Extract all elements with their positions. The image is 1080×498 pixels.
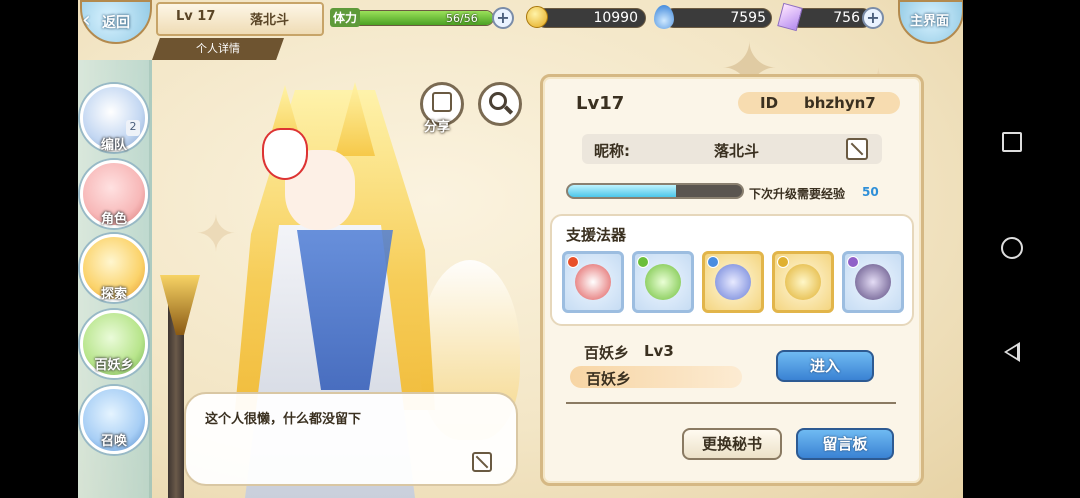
- support-item-slot[interactable]: [562, 251, 624, 313]
- letterbox: [0, 0, 78, 498]
- bracelet-icon: [575, 264, 611, 300]
- nickname-label: 昵称:: [594, 142, 630, 160]
- support-item-slot[interactable]: [702, 251, 764, 313]
- id-label: ID: [760, 94, 779, 112]
- dark-ring-icon: [855, 264, 891, 300]
- enter-village-button[interactable]: 进入: [776, 350, 874, 382]
- exp-value: 50: [862, 185, 879, 199]
- change-secretary-button[interactable]: 更换秘书: [682, 428, 782, 460]
- sword-icon: [785, 264, 821, 300]
- support-item-slot[interactable]: [842, 251, 904, 313]
- bio-box: [184, 392, 518, 486]
- support-item-slot[interactable]: [772, 251, 834, 313]
- player-level: Lv 17: [176, 9, 216, 24]
- back-button-label: 返回: [102, 15, 130, 31]
- back-triangle-inner: [1007, 346, 1017, 358]
- id-value: bhzhyn7: [804, 94, 876, 112]
- player-name: 落北斗: [250, 13, 290, 28]
- element-gem-icon: [567, 256, 579, 268]
- village-level: Lv3: [644, 342, 674, 360]
- bio-text: 这个人很懒，什么都没留下: [205, 412, 362, 427]
- crystal-value: 756: [833, 10, 860, 26]
- dragon-ornament-icon: [715, 264, 751, 300]
- share-icon: [432, 92, 452, 112]
- message-board-button[interactable]: 留言板: [796, 428, 894, 460]
- sidebar-item-label: 百妖乡: [94, 358, 134, 373]
- exp-label: 下次升级需要经验: [749, 187, 846, 201]
- page-title: 个人详情: [152, 38, 284, 60]
- sidebar-item-label: 编队: [100, 138, 127, 153]
- leaf-ornament-icon: [645, 264, 681, 300]
- support-items-title: 支援法器: [566, 226, 627, 244]
- divider: [566, 402, 896, 404]
- nickname-value: 落北斗: [714, 142, 760, 160]
- back-arrow-icon: ‹: [82, 8, 91, 33]
- village-label: 百妖乡: [584, 344, 630, 362]
- sidebar-item-label: 探索: [100, 287, 127, 302]
- spirit-value: 7595: [730, 10, 766, 26]
- share-label: 分享: [424, 120, 451, 135]
- add-crystal-button[interactable]: +: [862, 7, 884, 29]
- home-circle-icon[interactable]: [1001, 237, 1023, 259]
- support-item-slot[interactable]: [632, 251, 694, 313]
- gold-value: 10990: [593, 10, 638, 26]
- sidebar-item-label: 角色: [100, 212, 127, 227]
- element-gem-icon: [847, 256, 859, 268]
- element-gem-icon: [777, 256, 789, 268]
- star-decoration: ✦: [195, 205, 237, 263]
- exp-fill: [568, 185, 676, 197]
- stamina-value: 56/56: [446, 12, 478, 25]
- village-name: 百妖乡: [586, 370, 632, 388]
- exp-bar: [566, 183, 744, 199]
- profile-level: Lv17: [576, 93, 625, 114]
- recent-apps-icon[interactable]: [1002, 132, 1022, 152]
- element-gem-icon: [637, 256, 649, 268]
- character-fox-mask: [262, 128, 308, 180]
- spirit-flame-icon: [654, 5, 674, 29]
- add-stamina-button[interactable]: +: [492, 7, 514, 29]
- element-gem-icon: [707, 256, 719, 268]
- stamina-label: 体力: [330, 8, 361, 27]
- gold-coin-icon: [526, 6, 548, 28]
- home-button-label: 主界面: [910, 14, 950, 29]
- sidebar-item-label: 召唤: [100, 434, 127, 449]
